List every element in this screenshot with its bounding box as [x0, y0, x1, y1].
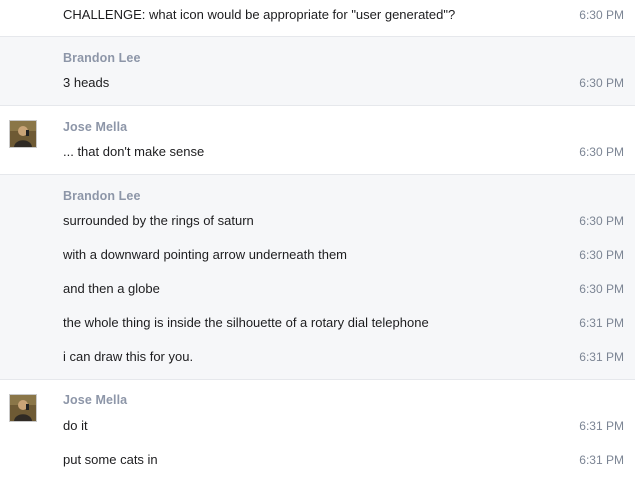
message-timestamp: 6:31 PM: [579, 453, 624, 467]
message-text: surrounded by the rings of saturn: [63, 213, 254, 228]
message-text: i can draw this for you.: [63, 349, 194, 364]
message-timestamp: 6:30 PM: [579, 282, 624, 296]
message-text: and then a globe: [63, 281, 160, 296]
sender-name[interactable]: Brandon Lee: [63, 51, 141, 65]
sender-name[interactable]: Jose Mella: [63, 393, 127, 407]
message-timestamp: 6:31 PM: [579, 419, 624, 433]
message-timestamp: 6:30 PM: [579, 145, 624, 159]
message-group: Brandon Lee surrounded by the rings of s…: [0, 175, 635, 380]
message-timestamp: 6:30 PM: [579, 214, 624, 228]
message-text: CHALLENGE: what icon would be appropriat…: [63, 7, 456, 22]
message-text: the whole thing is inside the silhouette…: [63, 315, 429, 330]
message-text: do it: [63, 418, 88, 433]
sender-name[interactable]: Brandon Lee: [63, 189, 141, 203]
message-text: ... that don't make sense: [63, 144, 205, 159]
message-text: put some cats in: [63, 452, 158, 467]
message-group: Jose Mella do it 6:31 PM put some cats i…: [0, 380, 635, 479]
message-group: CHALLENGE: what icon would be appropriat…: [0, 0, 635, 37]
avatar[interactable]: [9, 394, 37, 422]
user-photo-icon: [10, 395, 36, 421]
message-timestamp: 6:30 PM: [579, 76, 624, 90]
avatar[interactable]: [9, 120, 37, 148]
message-timestamp: 6:30 PM: [579, 8, 624, 22]
message-group: Brandon Lee 3 heads 6:30 PM: [0, 37, 635, 106]
message-timestamp: 6:30 PM: [579, 248, 624, 262]
message-text: 3 heads: [63, 75, 110, 90]
message-timestamp: 6:31 PM: [579, 316, 624, 330]
message-timestamp: 6:31 PM: [579, 350, 624, 364]
message-group: Jose Mella ... that don't make sense 6:3…: [0, 106, 635, 175]
sender-name[interactable]: Jose Mella: [63, 120, 127, 134]
user-photo-icon: [10, 121, 36, 147]
chat-transcript: CHALLENGE: what icon would be appropriat…: [0, 0, 635, 479]
message-text: with a downward pointing arrow underneat…: [63, 247, 348, 262]
